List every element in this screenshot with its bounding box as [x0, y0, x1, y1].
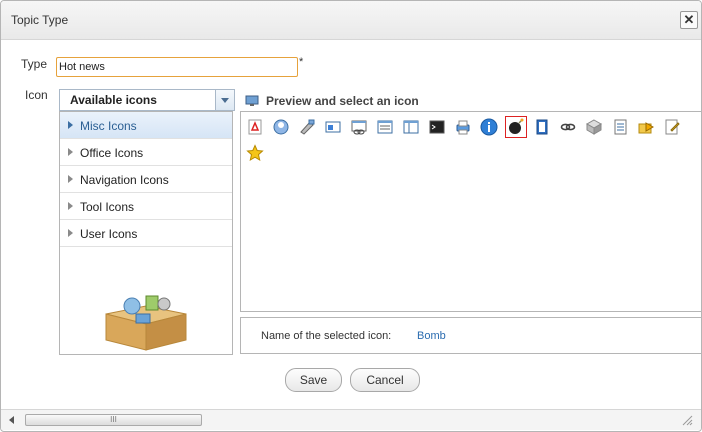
scroll-left-icon[interactable]: [9, 416, 14, 424]
selected-icon-name: Bomb: [417, 330, 446, 342]
selected-icon-panel: Name of the selected icon: Bomb: [240, 317, 701, 354]
icon-set-select[interactable]: Available icons: [59, 89, 235, 111]
selected-icon-label: Name of the selected icon:: [261, 330, 392, 342]
list-icon[interactable]: [611, 118, 629, 136]
preview-heading-text: Preview and select an icon: [266, 94, 419, 108]
topic-type-dialog: Topic Type ✕ Type * Icon Available icons…: [0, 0, 702, 432]
scrollbar-thumb[interactable]: III: [25, 414, 202, 426]
icon-label: Icon: [25, 88, 48, 102]
category-user-icons[interactable]: User Icons: [60, 220, 232, 247]
folder-arrow-icon[interactable]: [637, 118, 655, 136]
printer-icon[interactable]: [454, 118, 472, 136]
book-icon[interactable]: [533, 118, 551, 136]
user-globe-icon[interactable]: [272, 118, 290, 136]
category-misc-icons[interactable]: Misc Icons: [60, 112, 232, 139]
required-mark: *: [299, 56, 304, 68]
category-tool-icons[interactable]: Tool Icons: [60, 193, 232, 220]
category-label: Tool Icons: [80, 200, 135, 214]
type-input[interactable]: [56, 57, 298, 77]
expand-arrow-icon: [68, 229, 73, 237]
type-label: Type: [21, 57, 48, 71]
terminal-icon[interactable]: [428, 118, 446, 136]
window-icon[interactable]: [324, 118, 342, 136]
window-link-icon[interactable]: [350, 118, 368, 136]
category-label: Misc Icons: [80, 119, 137, 133]
category-label: Office Icons: [80, 146, 144, 160]
layout-window-icon[interactable]: [402, 118, 420, 136]
star-icon[interactable]: [246, 144, 264, 162]
dialog-title: Topic Type: [11, 13, 69, 27]
monitor-icon: [245, 95, 259, 106]
save-button[interactable]: Save: [285, 368, 342, 392]
category-label: Navigation Icons: [80, 173, 169, 187]
edit-page-icon[interactable]: [663, 118, 681, 136]
dialog-titlebar: Topic Type ✕: [1, 1, 701, 40]
close-button[interactable]: ✕: [680, 11, 698, 29]
category-navigation-icons[interactable]: Navigation Icons: [60, 166, 232, 193]
cube-icon[interactable]: [585, 118, 603, 136]
icon-box-illustration-icon: [105, 295, 187, 351]
link-icon[interactable]: [559, 118, 577, 136]
info-icon[interactable]: [480, 118, 498, 136]
horizontal-scrollbar[interactable]: III: [1, 409, 701, 430]
bomb-icon[interactable]: [505, 116, 527, 138]
resize-grip-icon[interactable]: [681, 414, 693, 426]
expand-arrow-icon: [68, 202, 73, 210]
close-icon: ✕: [683, 12, 695, 27]
tool-icon[interactable]: [298, 118, 316, 136]
icon-set-select-value: Available icons: [70, 93, 157, 107]
expand-arrow-icon: [68, 148, 73, 156]
category-label: User Icons: [80, 227, 138, 241]
pdf-icon[interactable]: [246, 118, 264, 136]
expand-arrow-icon: [68, 175, 73, 183]
expand-arrow-icon: [68, 121, 73, 129]
text-window-icon[interactable]: [376, 118, 394, 136]
category-office-icons[interactable]: Office Icons: [60, 139, 232, 166]
category-list: Misc Icons Office Icons Navigation Icons…: [59, 111, 233, 355]
chevron-down-icon[interactable]: [215, 90, 234, 110]
icon-grid: [240, 111, 701, 312]
cancel-button[interactable]: Cancel: [350, 368, 420, 392]
